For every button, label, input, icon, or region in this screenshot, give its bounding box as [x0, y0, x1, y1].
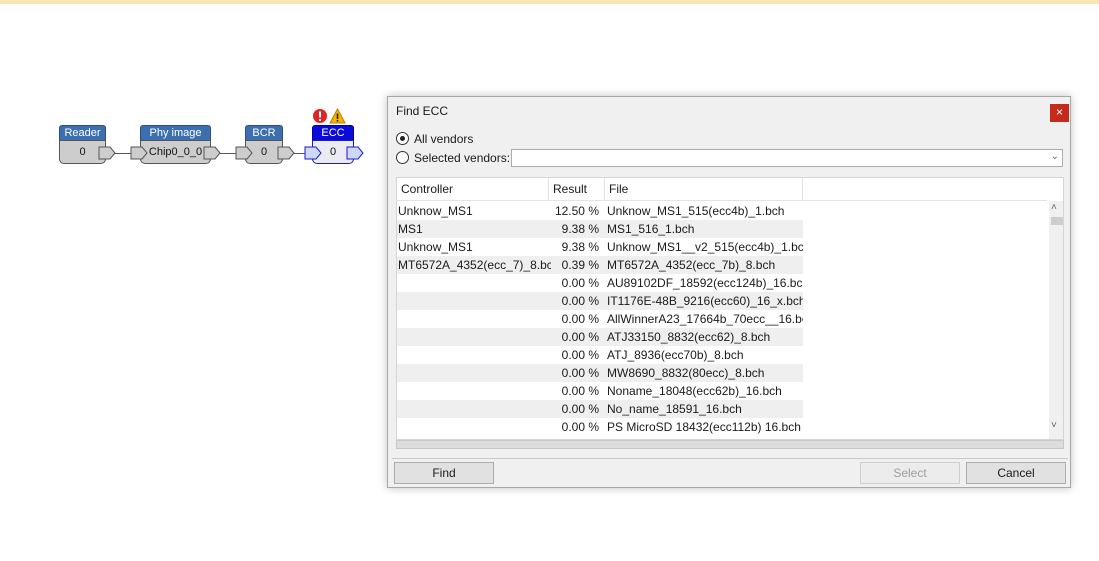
cell-result: 0.00 %	[561, 366, 599, 380]
cell-file: AllWinnerA23_17664b_70ecc__16.bch	[607, 312, 803, 326]
node-phy-image[interactable]: Phy image Chip0_0_0	[130, 125, 222, 165]
cell-result: 0.00 %	[561, 312, 599, 326]
table-row[interactable]: 0.00 % ATJ_8936(ecc70b)_8.bch	[397, 346, 1047, 364]
dialog-title: Find ECC	[396, 104, 449, 118]
find-ecc-dialog: Find ECC × All vendors Selected vendors:…	[387, 96, 1071, 488]
table-row[interactable]: 0.00 % MW8690_8832(80ecc)_8.bch	[397, 364, 1047, 382]
scroll-down-icon[interactable]: ˅	[1051, 420, 1057, 431]
all-vendors-label: All vendors	[414, 132, 474, 146]
cell-file: IT1176E-48B_9216(ecc60)_16_x.bch	[607, 294, 803, 308]
error-icon	[313, 109, 327, 123]
node-reader[interactable]: Reader 0	[59, 125, 117, 165]
scroll-up-icon[interactable]: ˄	[1051, 202, 1057, 213]
cell-file: PS MicroSD 18432(ecc112b) 16.bch	[607, 420, 801, 434]
cell-file: No_name_18591_16.bch	[607, 402, 742, 416]
cell-file: Unknow_MS1_515(ecc4b)_1.bch	[607, 204, 785, 218]
node-bcr-title: BCR	[245, 125, 283, 140]
warning-icon	[329, 108, 346, 124]
table-body: Unknow_MS1 12.50 % Unknow_MS1_515(ecc4b)_1…	[397, 202, 1047, 436]
cell-result: 0.00 %	[561, 402, 599, 416]
cell-result: 0.00 %	[561, 348, 599, 362]
node-ecc[interactable]: ECC 0	[304, 125, 364, 165]
table-row[interactable]: Unknow_MS1 12.50 % Unknow_MS1_515(ecc4b)_1…	[397, 202, 1047, 220]
column-header-file[interactable]: File	[605, 178, 803, 201]
node-reader-title: Reader	[59, 125, 106, 140]
cell-result: 12.50 %	[554, 204, 599, 218]
table-row[interactable]: 0.00 % AllWinnerA23_17664b_70ecc__16.bch	[397, 310, 1047, 328]
cell-file: MW8690_8832(80ecc)_8.bch	[607, 366, 765, 380]
scrollbar-thumb[interactable]	[1051, 217, 1063, 225]
cell-result: 9.38 %	[561, 222, 599, 236]
table-row[interactable]: Unknow_MS1 9.38 % Unknow_MS1__v2_515(ecc4b…	[397, 238, 1047, 256]
cell-file: MT6572A_4352(ecc_7b)_8.bch	[607, 258, 776, 272]
selected-vendors-label: Selected vendors:	[414, 151, 511, 165]
close-button[interactable]: ×	[1050, 104, 1069, 122]
cell-result: 0.00 %	[561, 384, 599, 398]
table-header: Controller Result File	[397, 178, 1047, 201]
node-phy-image-title: Phy image	[140, 125, 211, 140]
node-phy-image-output-port[interactable]	[203, 146, 221, 160]
cell-result: 0.39 %	[561, 258, 599, 272]
column-header-result[interactable]: Result	[549, 178, 605, 201]
cell-result: 0.00 %	[561, 420, 599, 434]
node-ecc-output-port[interactable]	[346, 146, 364, 160]
node-ecc-title: ECC	[312, 125, 354, 140]
ecc-status-icons	[312, 108, 346, 124]
node-phy-image-input-port[interactable]	[130, 146, 148, 160]
cell-file: ATJ33150_8832(ecc62)_8.bch	[607, 330, 771, 344]
results-table: Controller Result File Unknow_MS1 12.50 %…	[396, 177, 1064, 440]
cell-file: Unknow_MS1__v2_515(ecc4b)_1.bch	[607, 240, 803, 254]
cell-file: Noname_18048(ecc62b)_16.bch	[607, 384, 782, 398]
table-row[interactable]: 0.00 % No_name_18591_16.bch	[397, 400, 1047, 418]
find-button[interactable]: Find	[394, 462, 494, 484]
cell-controller: MS1	[398, 222, 423, 236]
column-header-controller[interactable]: Controller	[397, 178, 549, 201]
node-phy-image-value: Chip0_0_0	[140, 140, 211, 164]
cell-file: ATJ_8936(ecc70b)_8.bch	[607, 348, 744, 362]
node-bcr-output-port[interactable]	[277, 146, 295, 160]
node-bcr-input-port[interactable]	[235, 146, 253, 160]
node-bcr[interactable]: BCR 0	[235, 125, 297, 165]
table-row[interactable]: 0.00 % AU89102DF_18592(ecc124b)_16.bch	[397, 274, 1047, 292]
cell-controller: Unknow_MS1	[398, 204, 473, 218]
table-row[interactable]: MS1 9.38 % MS1_516_1.bch	[397, 220, 1047, 238]
top-notification-strip	[0, 0, 1099, 4]
table-row[interactable]: 0.00 % Noname_18048(ecc62b)_16.bch	[397, 382, 1047, 400]
selected-vendors-option[interactable]: Selected vendors:	[396, 150, 510, 166]
all-vendors-radio[interactable]	[396, 132, 409, 145]
vendor-dropdown[interactable]: ⌄	[511, 149, 1063, 167]
cancel-button[interactable]: Cancel	[966, 462, 1066, 484]
table-row[interactable]: 0.00 % PS MicroSD 18432(ecc112b) 16.bch	[397, 418, 1047, 436]
cell-controller: MT6572A_4352(ecc_7)_8.bch	[398, 258, 551, 272]
node-ecc-input-port[interactable]	[304, 146, 322, 160]
cell-result: 9.38 %	[561, 240, 599, 254]
cell-result: 0.00 %	[561, 276, 599, 290]
vertical-scrollbar[interactable]: ˄ ˅	[1049, 201, 1063, 439]
select-button[interactable]: Select	[860, 462, 960, 484]
table-row[interactable]: 0.00 % ATJ33150_8832(ecc62)_8.bch	[397, 328, 1047, 346]
horizontal-scrollbar[interactable]	[396, 440, 1064, 449]
cell-result: 0.00 %	[561, 294, 599, 308]
cell-file: AU89102DF_18592(ecc124b)_16.bch	[607, 276, 803, 290]
node-reader-output-port[interactable]	[98, 146, 116, 160]
selected-vendors-radio[interactable]	[396, 151, 409, 164]
table-row[interactable]: MT6572A_4352(ecc_7)_8.bch 0.39 % MT6572A_4…	[397, 256, 1047, 274]
cell-result: 0.00 %	[561, 330, 599, 344]
chevron-down-icon: ⌄	[1050, 151, 1059, 162]
cell-controller: Unknow_MS1	[398, 240, 473, 254]
cell-file: MS1_516_1.bch	[607, 222, 695, 236]
all-vendors-option[interactable]: All vendors	[396, 131, 473, 147]
table-row[interactable]: 0.00 % IT1176E-48B_9216(ecc60)_16_x.bch	[397, 292, 1047, 310]
dialog-divider	[392, 458, 1068, 459]
